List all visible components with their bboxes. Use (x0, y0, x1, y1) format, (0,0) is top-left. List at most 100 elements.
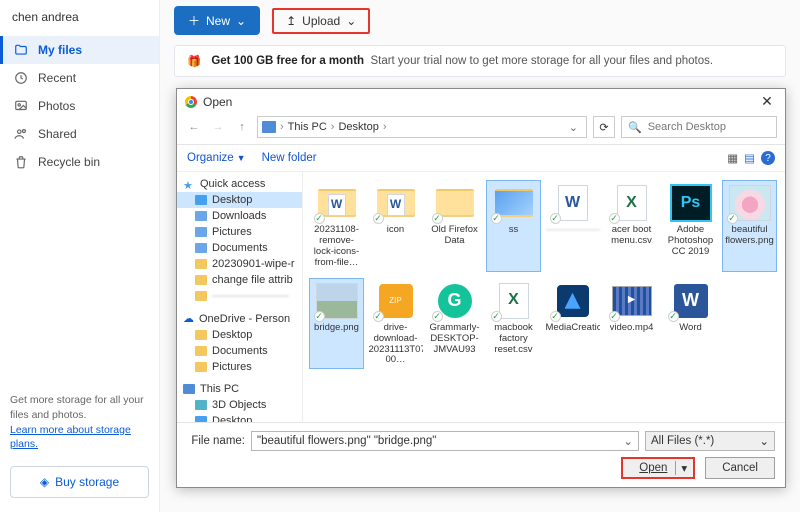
dialog-footer: File name: "beautiful flowers.png" "brid… (177, 422, 785, 487)
downloads-icon (195, 211, 207, 221)
nav-label: Recent (38, 71, 76, 85)
crumb-leaf[interactable]: Desktop (338, 121, 378, 133)
open-dialog: Open ✕ ← → ↑ › This PC › Desktop › ⌄ ⟳ 🔍… (176, 88, 786, 488)
forward-button[interactable]: → (209, 121, 227, 133)
synced-icon: ✓ (373, 311, 384, 322)
pictures-icon (195, 227, 207, 237)
file-type-filter[interactable]: All Files (*.*)⌄ (645, 431, 775, 451)
tree-this-pc[interactable]: This PC (177, 381, 302, 397)
dialog-nav: ← → ↑ › This PC › Desktop › ⌄ ⟳ 🔍 Search… (177, 114, 785, 145)
upload-icon: ↥ (286, 14, 296, 28)
file-item[interactable]: ✓ss (486, 180, 541, 272)
up-button[interactable]: ↑ (233, 121, 251, 133)
file-item[interactable]: W✓Word (663, 278, 718, 370)
nav-recent[interactable]: Recent (0, 64, 159, 92)
chevron-down-icon[interactable]: ⌄ (565, 121, 582, 134)
back-button[interactable]: ← (185, 121, 203, 133)
tree-documents[interactable]: Documents (177, 240, 302, 256)
synced-icon: ✓ (668, 311, 679, 322)
cancel-button[interactable]: Cancel (705, 457, 775, 479)
chevron-down-icon: ▼ (237, 153, 246, 163)
file-item[interactable]: X✓macbook factory reset.csv (486, 278, 541, 370)
tree-downloads[interactable]: Downloads (177, 208, 302, 224)
tree-od-pictures[interactable]: Pictures (177, 359, 302, 375)
file-item[interactable]: ✓Old Firefox Data (427, 180, 482, 272)
nav-my-files[interactable]: My files (0, 36, 159, 64)
chevron-down-icon[interactable]: ⌄ (623, 434, 633, 448)
help-button[interactable]: ? (761, 151, 775, 165)
file-item[interactable]: X✓acer boot menu.csv (604, 180, 659, 272)
dialog-titlebar: Open ✕ (177, 89, 785, 114)
breadcrumb[interactable]: › This PC › Desktop › ⌄ (257, 116, 587, 138)
chevron-down-icon: ⌄ (759, 434, 769, 448)
crumb-root[interactable]: This PC (288, 121, 327, 133)
folder-icon (195, 330, 207, 340)
sidebar: chen andrea My files Recent Photos Share… (0, 0, 160, 512)
folder-icon (14, 43, 28, 57)
nav-recycle[interactable]: Recycle bin (0, 148, 159, 176)
tree-desktop[interactable]: Desktop (177, 192, 302, 208)
filename-label: File name: (187, 435, 245, 447)
upload-label: Upload (302, 14, 340, 28)
filename-input[interactable]: "beautiful flowers.png" "bridge.png"⌄ (251, 431, 639, 451)
new-folder-button[interactable]: New folder (262, 152, 317, 164)
clock-icon (14, 71, 28, 85)
chevron-down-icon: ⌄ (236, 14, 246, 28)
documents-icon (195, 243, 207, 253)
file-item[interactable]: ✓bridge.png (309, 278, 364, 370)
tree-onedrive[interactable]: ☁OneDrive - Person (177, 310, 302, 327)
desktop-icon (195, 195, 207, 205)
people-icon (14, 127, 28, 141)
nav-shared[interactable]: Shared (0, 120, 159, 148)
file-item[interactable]: ▶✓video.mp4 (604, 278, 659, 370)
synced-icon: ✓ (314, 213, 325, 224)
cube-icon (195, 400, 207, 410)
tree-3d-objects[interactable]: 3D Objects (177, 397, 302, 413)
organize-menu[interactable]: Organize ▼ (187, 152, 246, 164)
tree-pc-desktop[interactable]: Desktop (177, 413, 302, 422)
file-item[interactable]: ZIP✓drive-download-20231113T071245Z-00… (368, 278, 423, 370)
search-input[interactable]: 🔍 Search Desktop (621, 116, 777, 138)
folder-icon (195, 346, 207, 356)
upsell-link[interactable]: Learn more about storage plans. (10, 424, 131, 451)
buy-storage-button[interactable]: ◈ Buy storage (10, 466, 149, 498)
tree-folder-c[interactable]: ——————— (177, 288, 302, 304)
upsell-block: Get more storage for all your files and … (10, 393, 149, 452)
dialog-body: ★Quick access Desktop Downloads Pictures… (177, 172, 785, 422)
diamond-icon: ◈ (40, 475, 49, 489)
chrome-icon (185, 96, 197, 108)
tree-folder-a[interactable]: 20230901-wipe-r (177, 256, 302, 272)
file-item[interactable]: W✓20231108-remove-lock-icons-from-file… (309, 180, 364, 272)
file-item[interactable]: PsAdobe Photoshop CC 2019 (663, 180, 718, 272)
tree-od-desktop[interactable]: Desktop (177, 327, 302, 343)
file-item[interactable]: ✓MediaCreationTool22H2.exe (545, 278, 600, 370)
buy-label: Buy storage (55, 475, 119, 489)
synced-icon: ✓ (491, 213, 502, 224)
file-item[interactable]: W✓——————— (545, 180, 600, 272)
nav-photos[interactable]: Photos (0, 92, 159, 120)
view-details-button[interactable]: ▤ (744, 151, 755, 165)
nav-label: Photos (38, 99, 75, 113)
new-button[interactable]: ＋ New ⌄ (174, 6, 260, 35)
file-item[interactable]: G✓Grammarly-DESKTOP-JMVAU93 (427, 278, 482, 370)
folder-icon (195, 362, 207, 372)
chevron-down-icon[interactable]: ▾ (675, 461, 687, 475)
upload-button[interactable]: ↥ Upload ⌄ (272, 8, 370, 34)
refresh-button[interactable]: ⟳ (593, 116, 615, 138)
tree-pictures[interactable]: Pictures (177, 224, 302, 240)
close-button[interactable]: ✕ (757, 93, 777, 110)
nav-label: Shared (38, 127, 77, 141)
file-item[interactable]: W✓icon (368, 180, 423, 272)
file-item[interactable]: ✓beautiful flowers.png (722, 180, 777, 272)
tree-folder-b[interactable]: change file attrib (177, 272, 302, 288)
open-button[interactable]: Open▾ (621, 457, 695, 479)
tree-od-documents[interactable]: Documents (177, 343, 302, 359)
nav-label: My files (38, 43, 82, 57)
view-large-icons-button[interactable]: ▦ (727, 151, 738, 165)
synced-icon: ✓ (373, 213, 384, 224)
image-icon (14, 99, 28, 113)
chevron-down-icon: ⌄ (346, 14, 356, 28)
synced-icon: ✓ (491, 311, 502, 322)
tree-quick-access[interactable]: ★Quick access (177, 176, 302, 192)
synced-icon: ✓ (432, 213, 443, 224)
